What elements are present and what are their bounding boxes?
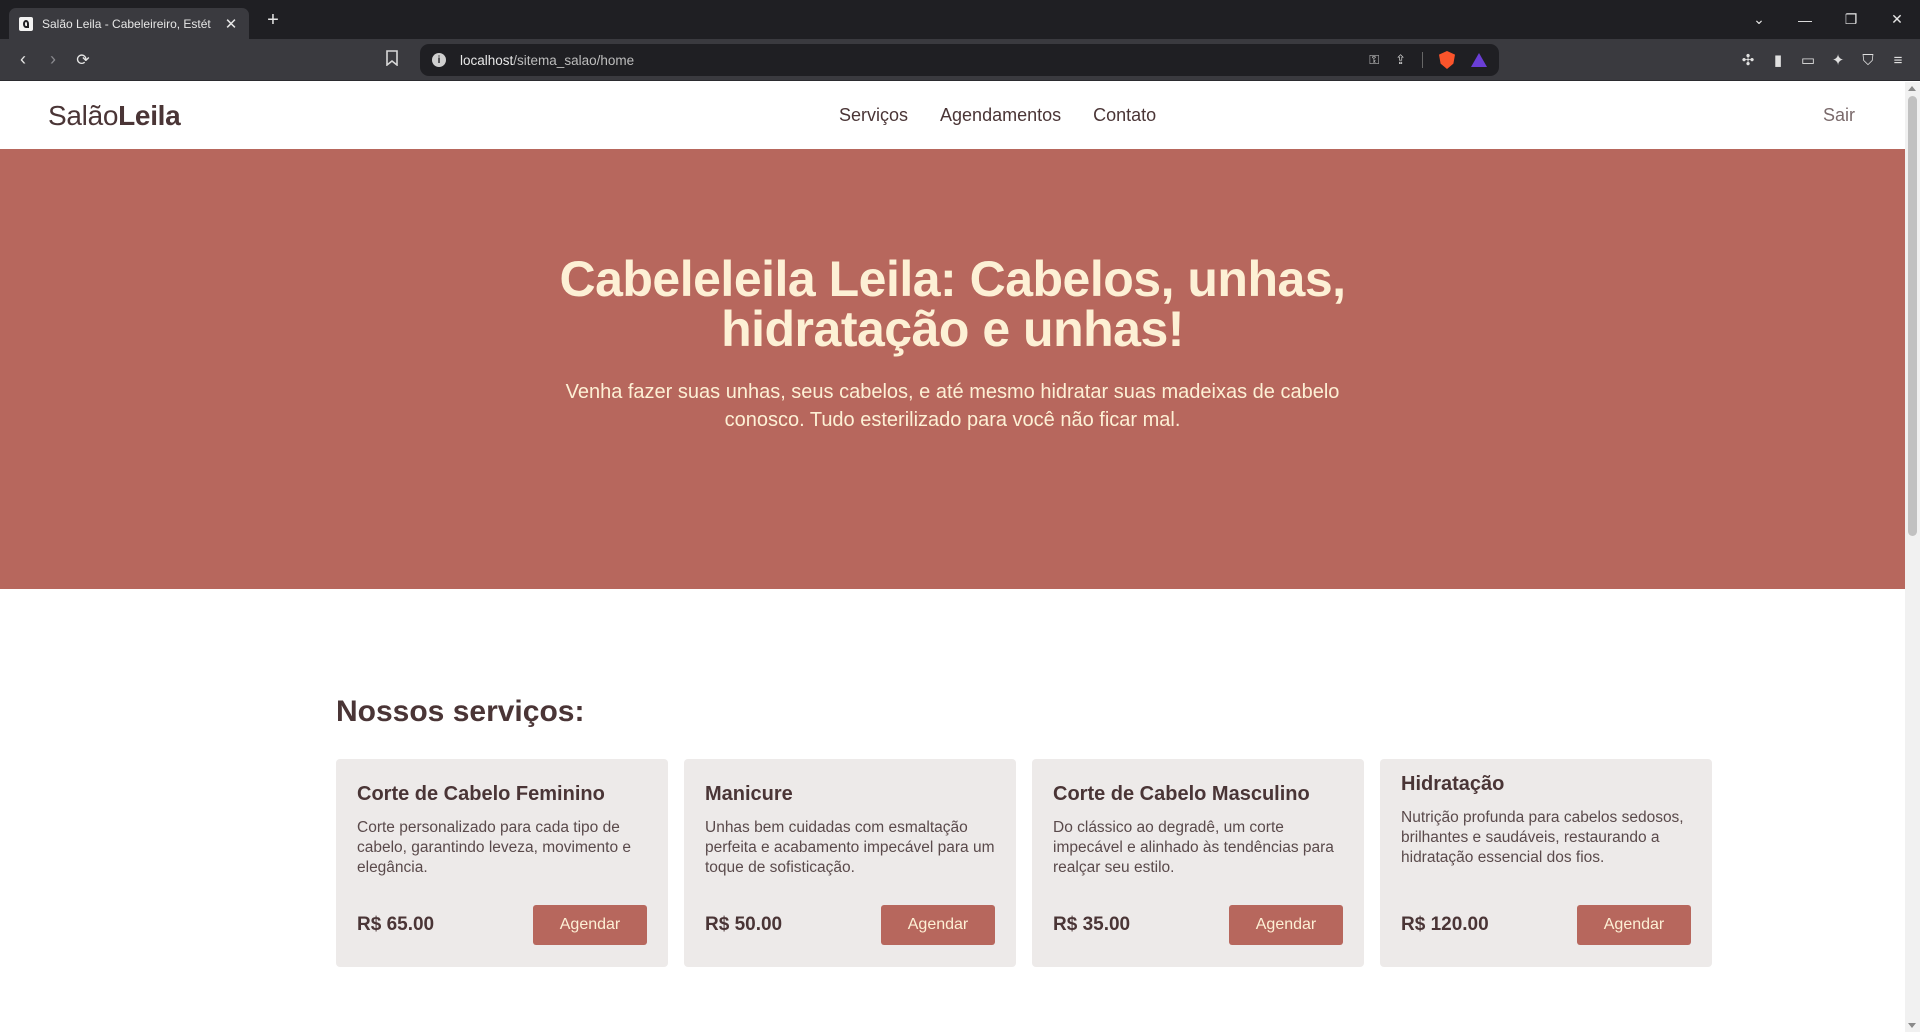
service-description: Unhas bem cuidadas com esmaltação perfei… <box>705 819 995 876</box>
sidebar-icon[interactable]: ▮ <box>1770 51 1786 69</box>
hero-title: Cabeleleila Leila: Cabelos, unhas, hidra… <box>559 251 1346 357</box>
schedule-button[interactable]: Agendar <box>1229 905 1343 945</box>
restore-button[interactable]: ❐ <box>1828 11 1874 28</box>
scroll-down-arrow-icon[interactable] <box>1908 1023 1916 1028</box>
key-icon[interactable]: ⚿ <box>1369 52 1379 68</box>
service-title: Corte de Cabelo Masculino <box>1053 783 1310 805</box>
window-controls: ⌄ — ❐ ✕ <box>1736 0 1920 39</box>
services-heading: Nossos serviços: <box>336 695 585 728</box>
service-description: Corte personalizado para cada tipo de ca… <box>357 819 631 876</box>
service-title: Hidratação <box>1401 773 1505 795</box>
back-icon[interactable]: ‹ <box>8 49 38 70</box>
address-bar[interactable]: i localhost/sitema_salao/home ⚿ ⇪ <box>420 44 1499 76</box>
browser-toolbar: ‹ › ⟳ i localhost/sitema_salao/home ⚿ ⇪ … <box>0 39 1920 81</box>
nav-contato[interactable]: Contato <box>1093 105 1156 126</box>
address-bar-actions: ⚿ ⇪ <box>1369 44 1487 76</box>
nav-servicos[interactable]: Serviços <box>839 105 908 126</box>
logout-link[interactable]: Sair <box>1823 82 1855 149</box>
service-card: Corte de Cabelo Feminino Corte personali… <box>336 759 668 967</box>
service-price: R$ 35.00 <box>1053 914 1131 935</box>
services-list: Corte de Cabelo Feminino Corte personali… <box>336 759 1905 967</box>
main-nav: Serviços Agendamentos Contato <box>839 82 1156 149</box>
browser-tab[interactable]: Salão Leila - Cabeleireiro, Estét ✕ <box>9 8 249 39</box>
close-tab-icon[interactable]: ✕ <box>223 15 239 33</box>
page-scrollbar[interactable] <box>1905 82 1920 1032</box>
service-card: Hidratação Nutrição profunda para cabelo… <box>1380 759 1712 967</box>
service-price: R$ 65.00 <box>357 914 435 935</box>
extension-icons: ✣ ▮ ▭ ✦ ⛉ ≡ <box>1740 39 1906 81</box>
service-footer: R$ 35.00 Agendar <box>1053 905 1343 945</box>
service-footer: R$ 120.00 Agendar <box>1401 905 1691 945</box>
forward-icon[interactable]: › <box>38 49 68 70</box>
hero-subtitle: Venha fazer suas unhas, seus cabelos, e … <box>565 381 1340 431</box>
new-tab-button[interactable]: + <box>263 10 283 30</box>
services-section: Nossos serviços: Corte de Cabelo Feminin… <box>0 589 1905 967</box>
brave-rewards-icon[interactable] <box>1471 53 1487 67</box>
separator <box>1422 52 1423 68</box>
hero-section: Cabeleleila Leila: Cabelos, unhas, hidra… <box>0 149 1905 589</box>
schedule-button[interactable]: Agendar <box>881 905 995 945</box>
leo-ai-icon[interactable]: ✦ <box>1830 51 1846 69</box>
browser-tabbar: Salão Leila - Cabeleireiro, Estét ✕ + ⌄ … <box>0 0 1920 39</box>
wallet-icon[interactable]: ▭ <box>1800 51 1816 69</box>
extensions-icon[interactable]: ✣ <box>1740 51 1756 69</box>
reload-icon[interactable]: ⟳ <box>68 50 98 70</box>
service-footer: R$ 65.00 Agendar <box>357 905 647 945</box>
site-logo[interactable]: SalãoLeila <box>48 100 181 132</box>
service-price: R$ 50.00 <box>705 914 783 935</box>
menu-icon[interactable]: ≡ <box>1890 52 1906 69</box>
scrollbar-thumb[interactable] <box>1908 96 1917 536</box>
schedule-button[interactable]: Agendar <box>533 905 647 945</box>
share-icon[interactable]: ⇪ <box>1395 52 1406 68</box>
scroll-up-arrow-icon[interactable] <box>1908 86 1916 91</box>
vpn-icon[interactable]: ⛉ <box>1860 52 1876 69</box>
url-text[interactable]: localhost/sitema_salao/home <box>460 53 634 68</box>
page-viewport: SalãoLeila Serviços Agendamentos Contato… <box>0 82 1905 1032</box>
service-card: Corte de Cabelo Masculino Do clássico ao… <box>1032 759 1364 967</box>
service-title: Corte de Cabelo Feminino <box>357 783 605 805</box>
tab-search-icon[interactable]: ⌄ <box>1736 11 1782 28</box>
service-footer: R$ 50.00 Agendar <box>705 905 995 945</box>
service-description: Nutrição profunda para cabelos sedosos, … <box>1401 809 1684 866</box>
service-description: Do clássico ao degradê, um corte impecáv… <box>1053 819 1334 876</box>
tab-title: Salão Leila - Cabeleireiro, Estét <box>42 16 211 31</box>
site-info-icon[interactable]: i <box>432 53 446 67</box>
bookmark-icon[interactable] <box>386 50 398 71</box>
close-window-button[interactable]: ✕ <box>1874 11 1920 28</box>
service-price: R$ 120.00 <box>1401 914 1489 935</box>
service-card: Manicure Unhas bem cuidadas com esmaltaç… <box>684 759 1016 967</box>
brave-shields-icon[interactable] <box>1439 51 1455 69</box>
site-header: SalãoLeila Serviços Agendamentos Contato… <box>0 82 1905 149</box>
service-title: Manicure <box>705 783 793 805</box>
site-favicon-icon <box>19 16 33 31</box>
nav-agendamentos[interactable]: Agendamentos <box>940 105 1061 126</box>
minimize-button[interactable]: — <box>1782 12 1828 28</box>
schedule-button[interactable]: Agendar <box>1577 905 1691 945</box>
